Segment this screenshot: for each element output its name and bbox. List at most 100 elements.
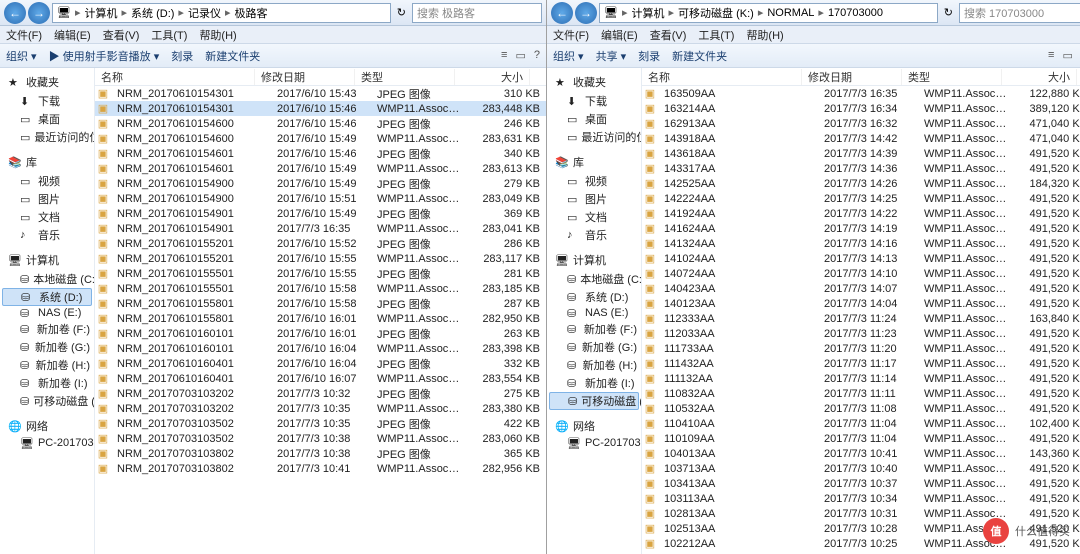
tree-node[interactable]: ▭文档 [549,208,639,226]
search-input[interactable]: 搜索 170703000 [959,3,1080,23]
file-row[interactable]: ▣NRM_201706101601012017/6/10 16:04WMP11.… [95,341,546,356]
refresh-button[interactable]: ↻ [940,6,957,19]
view-button[interactable]: ≡ [501,49,507,62]
file-row[interactable]: ▣NRM_201706101549002017/6/10 15:49JPEG 图… [95,176,546,191]
file-row[interactable]: ▣NRM_201706101546012017/6/10 15:49WMP11.… [95,161,546,176]
tree-node[interactable]: ⛁新加卷 (F:) [549,320,639,338]
file-row[interactable]: ▣141624AA2017/7/3 14:19WMP11.AssocFil...… [642,221,1080,236]
breadcrumb-segment[interactable]: 系统 (D:) [131,5,174,21]
toolbar-button[interactable]: 刻录 [171,48,193,64]
file-row[interactable]: ▣NRM_201706101549012017/6/10 15:49JPEG 图… [95,206,546,221]
file-row[interactable]: ▣111733AA2017/7/3 11:20WMP11.AssocFil...… [642,341,1080,356]
tree-node[interactable]: ⛁系统 (D:) [2,288,92,306]
tree-node[interactable]: 🖥PC-20170305CTLP [2,436,92,450]
tree-node[interactable]: ⛁新加卷 (I:) [2,374,92,392]
breadcrumb-segment[interactable]: 极路客 [234,5,267,21]
file-row[interactable]: ▣110532AA2017/7/3 11:08WMP11.AssocFil...… [642,401,1080,416]
menu-item[interactable]: 文件(F) [6,27,42,43]
menu-item[interactable]: 帮助(H) [199,27,236,43]
preview-button[interactable]: ▭ [515,49,525,62]
forward-button[interactable]: → [28,2,50,24]
tree-node[interactable]: ⛁新加卷 (I:) [549,374,639,392]
back-button[interactable]: ← [551,2,573,24]
file-row[interactable]: ▣140423AA2017/7/3 14:07WMP11.AssocFil...… [642,281,1080,296]
tree-node[interactable]: ▭视频 [2,172,92,190]
column-headers[interactable]: 名称修改日期类型大小 [95,68,546,86]
file-row[interactable]: ▣110410AA2017/7/3 11:04WMP11.AssocFil...… [642,416,1080,431]
file-row[interactable]: ▣163509AA2017/7/3 16:35WMP11.AssocFil...… [642,86,1080,101]
tree-node[interactable]: 🌐网络 [549,416,639,436]
tree-node[interactable]: 🖥计算机 [2,250,92,270]
menu-item[interactable]: 查看(V) [650,27,687,43]
file-row[interactable]: ▣NRM_201707031035022017/7/3 10:38WMP11.A… [95,431,546,446]
tree-node[interactable]: ⛁NAS (E:) [549,306,639,320]
file-row[interactable]: ▣140724AA2017/7/3 14:10WMP11.AssocFil...… [642,266,1080,281]
tree-node[interactable]: ⛁新加卷 (H:) [2,356,92,374]
file-row[interactable]: ▣111132AA2017/7/3 11:14WMP11.AssocFil...… [642,371,1080,386]
menu-item[interactable]: 帮助(H) [746,27,783,43]
file-row[interactable]: ▣140123AA2017/7/3 14:04WMP11.AssocFil...… [642,296,1080,311]
tree-node[interactable]: 🖥计算机 [549,250,639,270]
file-row[interactable]: ▣163214AA2017/7/3 16:34WMP11.AssocFil...… [642,101,1080,116]
tree-node[interactable]: ⬇下载 [549,92,639,110]
file-row[interactable]: ▣NRM_201706101546002017/6/10 15:46JPEG 图… [95,116,546,131]
tree-node[interactable]: ▭最近访问的位置 [2,128,92,146]
preview-button[interactable]: ▭ [1062,49,1072,62]
file-row[interactable]: ▣142525AA2017/7/3 14:26WMP11.AssocFil...… [642,176,1080,191]
file-row[interactable]: ▣103413AA2017/7/3 10:37WMP11.AssocFil...… [642,476,1080,491]
tree-node[interactable]: ▭文档 [2,208,92,226]
file-row[interactable]: ▣NRM_201706101543012017/6/10 15:43JPEG 图… [95,86,546,101]
tree-node[interactable]: ⛁可移动磁盘 (K:) [2,392,92,410]
file-row[interactable]: ▣143618AA2017/7/3 14:39WMP11.AssocFil...… [642,146,1080,161]
file-row[interactable]: ▣112033AA2017/7/3 11:23WMP11.AssocFil...… [642,326,1080,341]
tree-node[interactable]: ⛁新加卷 (G:) [549,338,639,356]
file-row[interactable]: ▣NRM_201706101555012017/6/10 15:58WMP11.… [95,281,546,296]
file-row[interactable]: ▣112333AA2017/7/3 11:24WMP11.AssocFil...… [642,311,1080,326]
toolbar-button[interactable]: 新建文件夹 [672,48,727,64]
address-bar[interactable]: 🖥▸计算机▸可移动磁盘 (K:)▸NORMAL▸170703000 [599,3,938,23]
tree-node[interactable]: ▭桌面 [2,110,92,128]
file-row[interactable]: ▣NRM_201707031035022017/7/3 10:35JPEG 图像… [95,416,546,431]
nav-tree[interactable]: ★收藏夹⬇下载▭桌面▭最近访问的位置📚库▭视频▭图片▭文档♪音乐🖥计算机⛁本地磁… [547,68,642,554]
tree-node[interactable]: 📚库 [549,152,639,172]
menu-item[interactable]: 查看(V) [103,27,140,43]
forward-button[interactable]: → [575,2,597,24]
file-row[interactable]: ▣103113AA2017/7/3 10:34WMP11.AssocFil...… [642,491,1080,506]
file-row[interactable]: ▣NRM_201706101552012017/6/10 15:55WMP11.… [95,251,546,266]
view-button[interactable]: ≡ [1048,49,1054,62]
file-row[interactable]: ▣NRM_201706101543012017/6/10 15:46WMP11.… [95,101,546,116]
file-row[interactable]: ▣NRM_201707031032022017/7/3 10:32JPEG 图像… [95,386,546,401]
menu-item[interactable]: 编辑(E) [54,27,91,43]
tree-node[interactable]: ▭视频 [549,172,639,190]
breadcrumb-segment[interactable]: NORMAL [767,7,814,19]
tree-node[interactable]: 🖥PC-20170305CTLP [549,436,639,450]
toolbar-button[interactable]: 组织 ▾ [6,48,37,64]
search-input[interactable]: 搜索 极路客 [412,3,542,23]
toolbar-button[interactable]: 新建文件夹 [205,48,260,64]
file-row[interactable]: ▣NRM_201706101604012017/6/10 16:07WMP11.… [95,371,546,386]
tree-node[interactable]: ⛁本地磁盘 (C:) [549,270,639,288]
tree-node[interactable]: ▭桌面 [549,110,639,128]
breadcrumb-segment[interactable]: 可移动磁盘 (K:) [678,5,754,21]
tree-node[interactable]: ⛁本地磁盘 (C:) [2,270,92,288]
file-row[interactable]: ▣NRM_201706101555012017/6/10 15:55JPEG 图… [95,266,546,281]
file-row[interactable]: ▣NRM_201707031038022017/7/3 10:41WMP11.A… [95,461,546,476]
breadcrumb-segment[interactable]: 170703000 [828,7,883,19]
tree-node[interactable]: ⛁系统 (D:) [549,288,639,306]
file-row[interactable]: ▣141024AA2017/7/3 14:13WMP11.AssocFil...… [642,251,1080,266]
file-row[interactable]: ▣111432AA2017/7/3 11:17WMP11.AssocFil...… [642,356,1080,371]
tree-node[interactable]: ▭图片 [549,190,639,208]
file-row[interactable]: ▣NRM_201706101601012017/6/10 16:01JPEG 图… [95,326,546,341]
breadcrumb-segment[interactable]: 计算机 [85,5,118,21]
file-row[interactable]: ▣143317AA2017/7/3 14:36WMP11.AssocFil...… [642,161,1080,176]
menu-item[interactable]: 工具(T) [151,27,187,43]
file-row[interactable]: ▣NRM_201706101546012017/6/10 15:46JPEG 图… [95,146,546,161]
refresh-button[interactable]: ↻ [393,6,410,19]
column-header[interactable]: 修改日期 [255,69,355,85]
file-row[interactable]: ▣141924AA2017/7/3 14:22WMP11.AssocFil...… [642,206,1080,221]
tree-node[interactable]: ⛁新加卷 (G:) [2,338,92,356]
breadcrumb-segment[interactable]: 记录仪 [188,5,221,21]
file-row[interactable]: ▣NRM_201706101558012017/6/10 15:58JPEG 图… [95,296,546,311]
tree-node[interactable]: 📚库 [2,152,92,172]
file-row[interactable]: ▣162913AA2017/7/3 16:32WMP11.AssocFil...… [642,116,1080,131]
